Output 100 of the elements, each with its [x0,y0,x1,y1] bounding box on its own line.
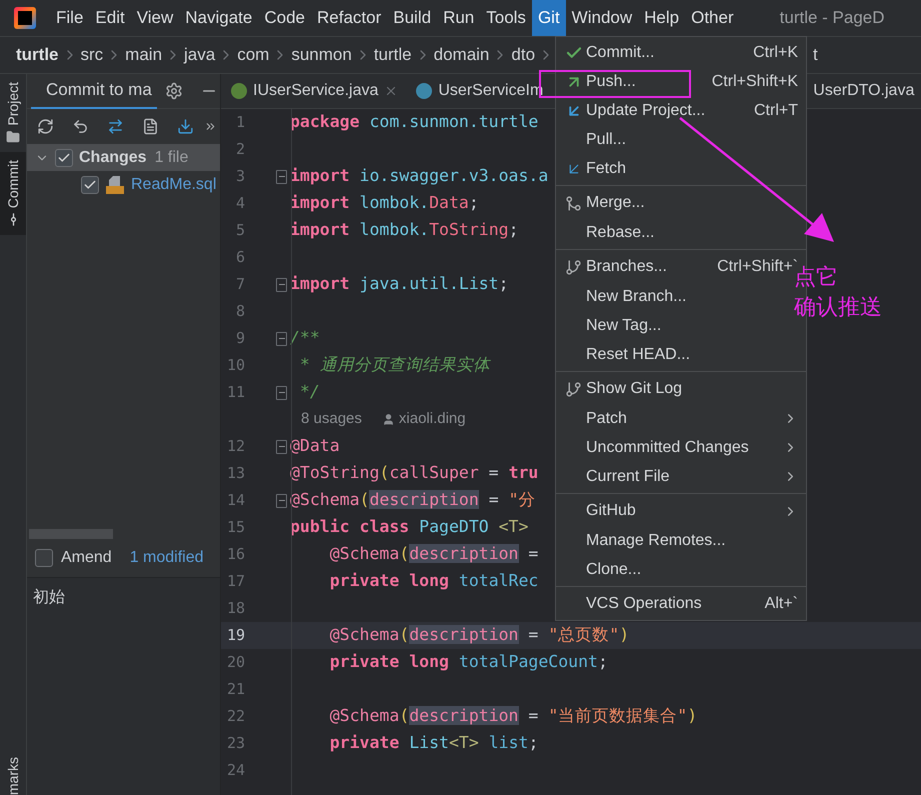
code-line: package com.sunmon.turtle [289,111,538,134]
menu-item[interactable]: Manage Remotes... [556,526,806,555]
bookmarks-tab[interactable]: marks [2,754,24,795]
breadcrumb[interactable]: main [125,42,162,68]
usages-hint[interactable]: 8 usages [301,408,362,431]
changes-row[interactable]: Changes 1 file [27,144,220,171]
tool-window-tab[interactable]: Commit [0,152,26,235]
tool-window-tab[interactable]: Project [0,74,26,152]
window-title: turtle - PageD [780,7,885,30]
breadcrumb[interactable]: com [237,42,270,68]
file-checkbox[interactable] [81,176,99,194]
line-number: 6 [234,247,245,268]
diff-icon[interactable] [107,118,124,135]
changes-checkbox[interactable] [55,148,73,166]
more-icon[interactable] [204,120,217,133]
line-number: 1 [234,112,245,134]
code-line: import lombok.Data; [289,192,479,214]
menu-bar-item[interactable]: Edit [89,0,131,36]
menu-item[interactable]: Merge... [556,185,806,218]
menu-bar-item[interactable]: View [130,0,180,36]
breadcrumb[interactable]: turtle [16,42,58,68]
menu-item[interactable]: Rebase... [556,218,806,247]
menu-item[interactable]: Patch [556,404,806,433]
branch-icon [565,258,582,276]
breadcrumb[interactable]: java [184,42,216,68]
menu-item[interactable]: Fetch [556,154,806,183]
menu-item[interactable]: GitHub [556,493,806,526]
line-number: 8 [234,301,245,322]
line-number: 22 [226,706,245,728]
menu-item[interactable]: Clone... [556,555,806,584]
author-hint[interactable]: xiaoli.ding [398,408,466,431]
sql-file-icon [105,174,125,194]
line-number: 21 [226,679,245,700]
breadcrumb[interactable]: t [813,42,818,68]
code-line: */ [298,381,320,404]
breadcrumb[interactable]: domain [434,42,490,68]
breadcrumb[interactable]: src [80,42,104,68]
undo-icon[interactable] [72,118,89,135]
amend-label[interactable]: Amend [61,546,112,570]
code-line: public class PageDTO <T> [289,516,528,538]
check-icon [57,150,71,164]
modified-link[interactable]: 1 modified [130,546,204,570]
line-number: 16 [226,544,245,566]
app-logo-icon[interactable] [14,7,36,29]
commit-message-field[interactable]: 初始 [27,577,220,795]
menu-bar-item[interactable]: File [50,0,90,36]
menu-item[interactable]: Uncommitted Changes [556,433,806,462]
code-line: private long totalPageCount; [328,651,608,674]
editor-tab[interactable]: IUserService.java [221,74,406,108]
menu-item[interactable]: Commit... Ctrl+K [556,38,806,67]
menu-bar-item[interactable]: Refactor [311,0,388,36]
menu-item[interactable]: Reset HEAD... [556,340,806,369]
line-number: 10 [226,355,245,376]
line-number: 3 [234,166,245,188]
annotation-text: 确认推送 [794,293,882,321]
scrollbar[interactable] [29,529,113,539]
shortcut-label: Ctrl+Shift+K [712,72,798,92]
line-number: 13 [226,463,245,484]
file-name[interactable]: ReadMe.sql [131,172,216,196]
fold-icon[interactable] [276,170,287,184]
file-count: 1 file [154,148,188,168]
menu-item[interactable]: Update Project... Ctrl+T [556,96,806,125]
code-line: import lombok.ToString; [289,219,519,242]
line-number: 18 [226,598,245,620]
fold-icon[interactable] [276,332,287,346]
notes-icon[interactable] [142,118,159,135]
settings-icon[interactable] [165,82,183,100]
menu-bar-item[interactable]: Build [387,0,438,36]
line-number: 14 [226,490,245,512]
menu-bar-item[interactable]: Git [532,0,566,36]
code-line: @Schema(description = "当前页数据集合") [328,705,698,728]
fold-icon[interactable] [276,278,287,292]
menu-bar-item[interactable]: Tools [480,0,532,36]
user-icon [382,413,395,426]
menu-bar-item[interactable]: Window [566,0,638,36]
menu-item[interactable]: VCS Operations Alt+` [556,586,806,619]
line-number: 4 [234,193,245,214]
breadcrumb[interactable]: turtle [374,42,412,68]
amend-checkbox[interactable] [35,549,53,567]
code-line: @Schema(description = "分 [289,489,536,512]
fold-icon[interactable] [276,440,287,454]
menu-bar-item[interactable]: Code [258,0,311,36]
menu-item[interactable]: Current File [556,462,806,491]
menu-bar-item[interactable]: Help [638,0,686,36]
line-number: 19 [226,625,245,646]
menu-item[interactable]: Pull... [556,125,806,154]
refresh-icon[interactable] [37,118,54,135]
menu-bar-item[interactable]: Run [437,0,480,36]
menu-bar-item[interactable]: Other [685,0,740,36]
fold-icon[interactable] [276,386,287,400]
breadcrumb[interactable]: dto [511,42,536,68]
commit-tab[interactable]: Commit to ma [31,74,157,108]
menu-item[interactable]: Show Git Log [556,371,806,404]
menu-bar-item[interactable]: Navigate [179,0,258,36]
line-number: 20 [226,652,245,674]
line-number: 12 [226,436,245,458]
breadcrumb[interactable]: sunmon [291,42,352,68]
editor-tab[interactable]: UserDTO.java [803,74,921,108]
download-icon[interactable] [177,118,194,135]
fold-icon[interactable] [276,494,287,508]
